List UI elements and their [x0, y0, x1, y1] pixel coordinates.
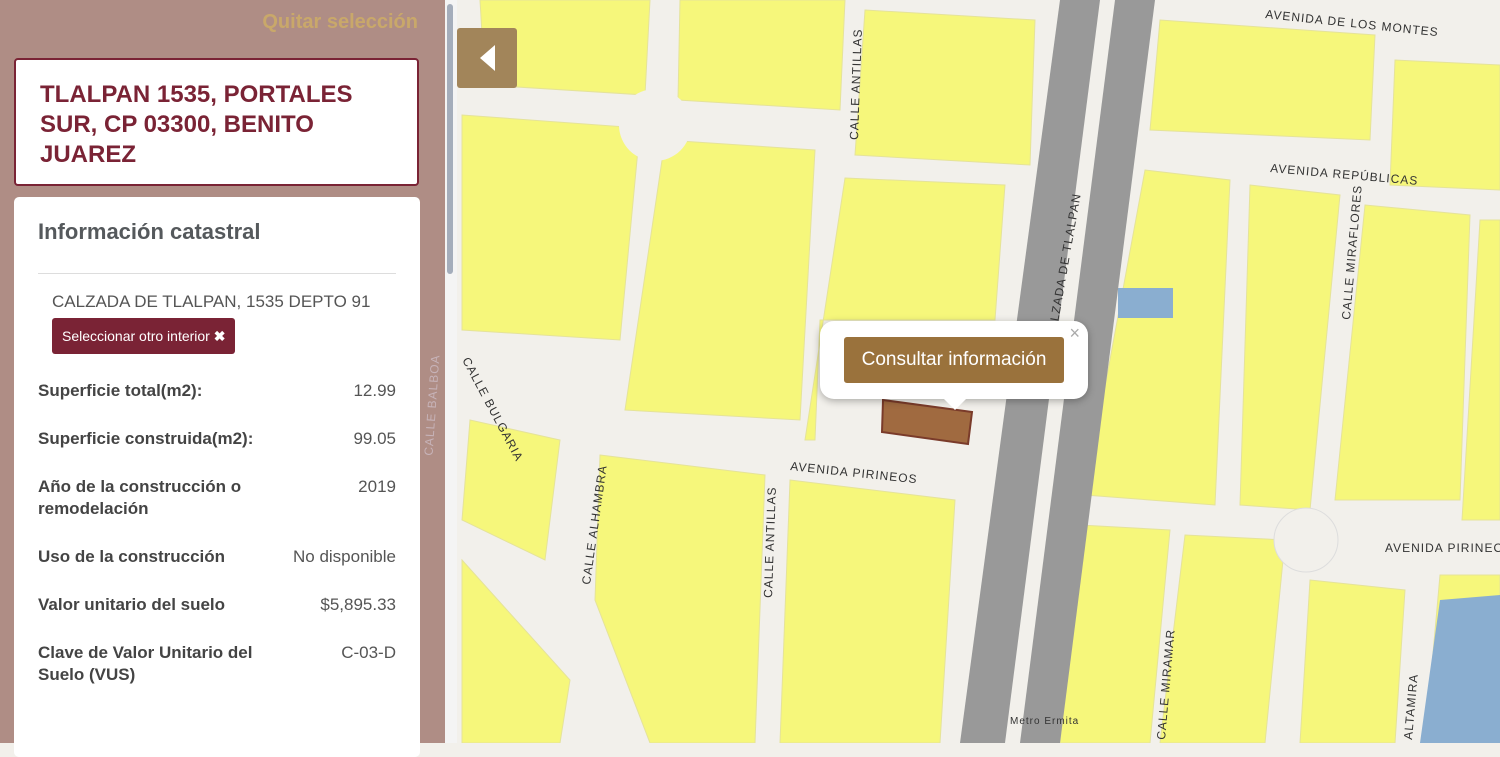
info-row: Superficie total(m2): 12.99: [38, 380, 396, 402]
info-value: 2019: [358, 477, 396, 496]
property-address: CALZADA DE TLALPAN, 1535 DEPTO 91 Selecc…: [38, 274, 396, 354]
address-text: CALZADA DE TLALPAN, 1535 DEPTO 91: [52, 292, 371, 311]
info-value: 99.05: [353, 429, 396, 448]
info-label: Superficie total(m2):: [38, 381, 203, 400]
collapse-panel-button[interactable]: [457, 28, 517, 88]
clear-selection-link[interactable]: Quitar selección: [262, 11, 418, 34]
info-label: Clave de Valor Unitario del Suelo (VUS): [38, 643, 253, 684]
info-label: Valor unitario del suelo: [38, 595, 226, 614]
info-row: Uso de la construcción No disponible: [38, 546, 396, 568]
info-value: $5,895.33: [320, 595, 396, 614]
button-label: Seleccionar otro interior: [62, 328, 210, 344]
close-popup-icon[interactable]: ×: [1069, 323, 1080, 344]
info-row: Superficie construida(m2): 99.05: [38, 428, 396, 450]
info-value: No disponible: [292, 547, 396, 566]
panel-scrollbar[interactable]: [445, 0, 457, 743]
cadastral-info-card: Información catastral CALZADA DE TLALPAN…: [14, 197, 420, 757]
map-popup: Consultar información ×: [820, 321, 1088, 410]
close-icon: ✖: [213, 328, 226, 344]
select-other-interior-button[interactable]: Seleccionar otro interior ✖: [52, 318, 236, 354]
metro-label: Metro Ermita: [1010, 716, 1079, 727]
info-value: 12.99: [353, 381, 396, 400]
info-value: C-03-D: [341, 643, 396, 662]
info-label: Uso de la construcción: [38, 547, 226, 566]
info-row: Valor unitario del suelo $5,895.33: [38, 594, 396, 616]
street-label: AVENIDA PIRINEO: [1385, 541, 1500, 555]
info-label: Año de la construcción o remodelación: [38, 477, 242, 518]
address-title: TLALPAN 1535, PORTALES SUR, CP 03300, BE…: [14, 58, 419, 186]
consult-info-button[interactable]: Consultar información: [844, 337, 1064, 383]
info-row: Clave de Valor Unitario del Suelo (VUS) C…: [38, 642, 396, 686]
card-title: Información catastral: [38, 219, 396, 274]
info-label: Superficie construida(m2):: [38, 429, 254, 448]
scrollbar-thumb[interactable]: [447, 4, 453, 274]
info-row: Año de la construcción o remodelación 201…: [38, 476, 396, 520]
